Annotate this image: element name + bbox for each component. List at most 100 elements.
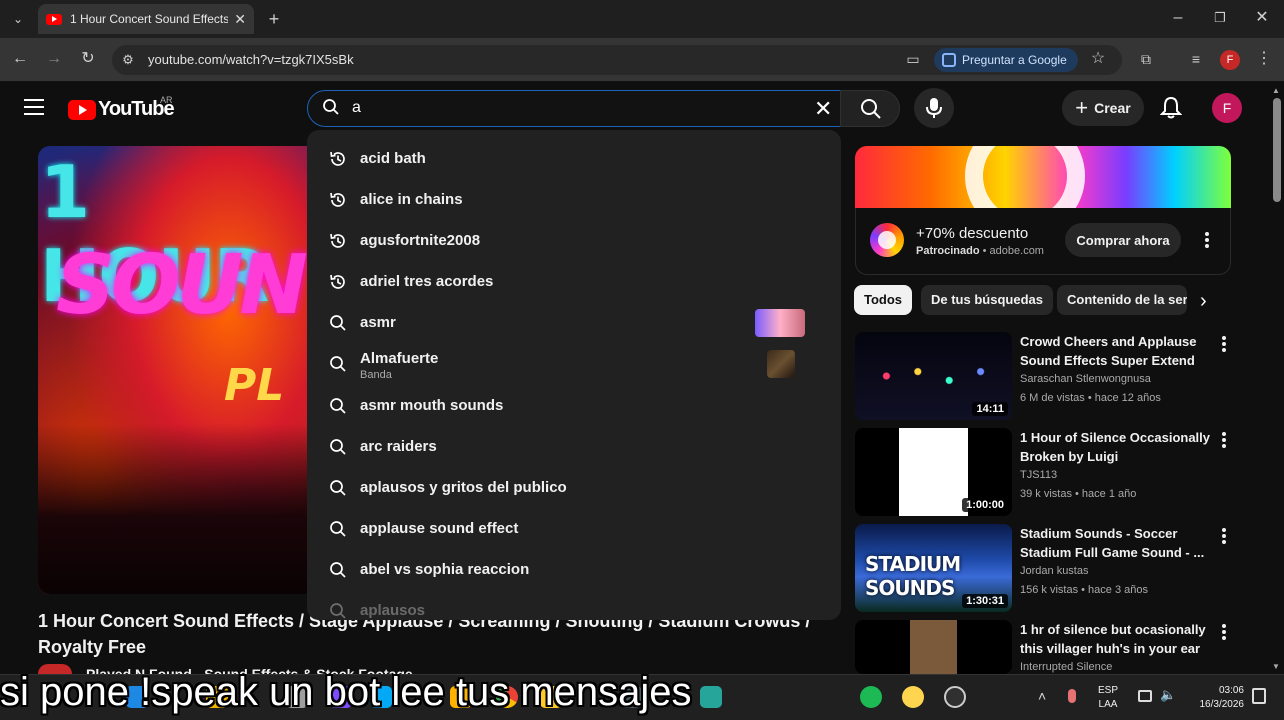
obs-taskbar-icon[interactable] [944, 686, 966, 708]
related-video-thumbnail[interactable]: 1:00:00 [855, 428, 1012, 516]
suggestion-thumbnail [755, 309, 805, 337]
related-video-thumbnail[interactable]: 14:11 [855, 332, 1012, 420]
search-input[interactable] [307, 90, 841, 127]
tray-microphone-icon[interactable] [1068, 689, 1076, 703]
suggestion-item[interactable]: agusfortnite2008 [307, 220, 841, 261]
suggestion-item[interactable]: asmr mouth sounds [307, 385, 841, 426]
suggestion-item[interactable]: aplausos [307, 590, 841, 620]
search-button[interactable] [840, 90, 900, 127]
related-video-thumbnail[interactable]: STADIUM SOUNDS 1:30:31 [855, 524, 1012, 612]
chip-all[interactable]: Todos [854, 285, 913, 315]
browser-menu-icon[interactable]: ⋮ [1254, 49, 1274, 69]
related-video-thumbnail[interactable] [855, 620, 1012, 674]
related-video-title[interactable]: 1 hr of silence but ocasionally this vil… [1020, 620, 1210, 658]
scroll-up-arrow-icon[interactable]: ▲ [1272, 86, 1280, 95]
video-more-options-icon[interactable] [1221, 624, 1227, 642]
volume-icon[interactable]: 🔈 [1160, 687, 1176, 703]
taskbar-app-icon[interactable] [902, 686, 924, 708]
suggestion-text: aplausos y gritos del publico [360, 479, 567, 496]
back-icon[interactable]: ← [10, 49, 30, 69]
page-scrollbar-thumb[interactable] [1273, 98, 1281, 202]
chip-series-content[interactable]: Contenido de la ser [1057, 285, 1187, 315]
maximize-button[interactable]: ❐ [1210, 8, 1230, 28]
ad-more-options-icon[interactable] [1204, 232, 1210, 250]
ask-google-button[interactable]: Preguntar a Google [934, 48, 1078, 72]
search-icon [329, 355, 347, 373]
tray-overflow-chevron-icon[interactable]: ˄ [1038, 688, 1046, 704]
suggestion-text: asmr mouth sounds [360, 397, 504, 414]
related-video-title[interactable]: Stadium Sounds - Soccer Stadium Full Gam… [1020, 524, 1210, 562]
minimize-button[interactable]: – [1168, 8, 1188, 28]
suggestion-text: adriel tres acordes [360, 273, 494, 290]
notifications-bell-icon[interactable] [1160, 96, 1182, 120]
related-video-channel[interactable]: Jordan kustas [1020, 565, 1088, 577]
video-more-options-icon[interactable] [1221, 432, 1227, 450]
taskbar-app-icon[interactable] [700, 686, 722, 708]
suggestion-text: alice in chains [360, 191, 463, 208]
video-more-options-icon[interactable] [1221, 528, 1227, 546]
new-tab-button[interactable]: + [264, 9, 284, 29]
scroll-down-arrow-icon[interactable]: ▼ [1272, 662, 1280, 671]
thumbnail-text-line3: PL [224, 360, 285, 411]
related-video-channel[interactable]: Saraschan Stlenwongnusa [1020, 373, 1151, 385]
suggestion-item[interactable]: applause sound effect [307, 508, 841, 549]
suggestion-item[interactable]: asmr [307, 302, 841, 343]
suggestion-item[interactable]: adriel tres acordes [307, 261, 841, 302]
ad-domain: adobe.com [989, 245, 1044, 257]
media-controls-icon[interactable]: ≡ [1186, 49, 1206, 69]
related-video-channel[interactable]: TJS113 [1020, 469, 1057, 481]
video-player[interactable]: 1 HOUR SOUN PL [38, 146, 310, 594]
extensions-icon[interactable]: ⧉ [1136, 49, 1156, 69]
tab-title: 1 Hour Concert Sound Effects / [70, 12, 229, 26]
microphone-icon [926, 98, 942, 118]
system-clock[interactable]: 03:06 16/3/2026 [1188, 684, 1245, 712]
ad-title: +70% descuento [916, 225, 1029, 242]
ad-buy-now-button[interactable]: Comprar ahora [1065, 223, 1181, 257]
forward-icon[interactable]: → [44, 49, 64, 69]
video-duration-badge: 14:11 [972, 402, 1008, 416]
suggestion-item[interactable]: arc raiders [307, 426, 841, 467]
lang-line1: ESP [1098, 685, 1119, 696]
bookmark-star-icon[interactable]: ☆ [1088, 49, 1108, 69]
browser-tab[interactable]: 1 Hour Concert Sound Effects / ✕ [38, 4, 254, 34]
voice-search-button[interactable] [914, 88, 954, 128]
history-icon [329, 232, 347, 250]
close-tab-icon[interactable]: ✕ [234, 11, 246, 28]
suggestion-item[interactable]: abel vs sophia reaccion [307, 549, 841, 590]
reload-icon[interactable]: ↻ [78, 49, 98, 69]
related-video-title[interactable]: 1 Hour of Silence Occasionally Broken by… [1020, 428, 1210, 466]
input-language-indicator[interactable]: ESP LAA [1098, 684, 1118, 712]
close-window-button[interactable]: ✕ [1252, 8, 1272, 28]
history-icon [329, 273, 347, 291]
suggestion-item[interactable]: acid bath [307, 138, 841, 179]
suggestion-text: aplausos [360, 602, 426, 619]
suggestion-text: asmr [360, 314, 396, 331]
chip-from-searches[interactable]: De tus búsquedas [921, 285, 1053, 315]
suggestion-item[interactable]: aplausos y gritos del publico [307, 467, 841, 508]
tab-list-button[interactable]: ⌄ [8, 9, 28, 29]
clear-search-icon[interactable]: ✕ [814, 96, 832, 122]
search-icon [329, 561, 347, 579]
related-video-meta: 6 M de vistas • hace 12 años [1020, 392, 1161, 404]
suggestion-item[interactable]: alice in chains [307, 179, 841, 220]
spotify-taskbar-icon[interactable] [860, 686, 882, 708]
notifications-icon[interactable] [1252, 688, 1266, 704]
related-video-channel[interactable]: Interrupted Silence [1020, 661, 1112, 673]
related-video-title[interactable]: Crowd Cheers and Applause Sound Effects … [1020, 332, 1210, 370]
youtube-logo[interactable]: YouTube [68, 98, 175, 121]
site-settings-icon[interactable]: ⚙ [118, 50, 138, 70]
search-query-text[interactable]: a [352, 99, 361, 117]
create-button[interactable]: + Crear [1062, 90, 1144, 126]
suggestion-item[interactable]: Almafuerte Banda [307, 343, 841, 384]
network-icon[interactable] [1138, 690, 1152, 702]
video-more-options-icon[interactable] [1221, 336, 1227, 354]
url-text[interactable]: youtube.com/watch?v=tzgk7IX5sBk [148, 52, 354, 67]
chips-next-chevron-icon[interactable]: › [1200, 290, 1207, 313]
cast-icon[interactable]: ▭ [902, 49, 924, 69]
ad-banner-image[interactable] [855, 146, 1231, 208]
browser-profile-avatar[interactable]: F [1220, 50, 1240, 70]
hamburger-menu-icon[interactable] [24, 99, 44, 115]
suggestion-text: arc raiders [360, 438, 437, 455]
search-icon [329, 602, 347, 620]
account-avatar[interactable]: F [1212, 93, 1242, 123]
